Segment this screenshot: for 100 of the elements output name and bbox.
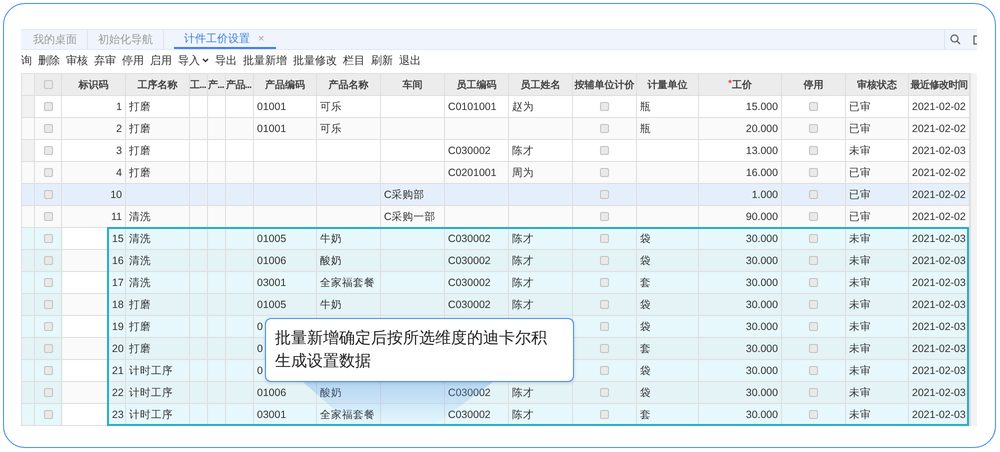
column-header[interactable]: 标识码 — [62, 74, 126, 96]
table-cell: 未审 — [846, 250, 908, 272]
column-header[interactable]: 按辅单位计价 — [572, 74, 636, 96]
toolbar-button[interactable]: 导入 — [178, 52, 209, 68]
checkbox[interactable] — [600, 322, 609, 332]
table-cell: 清洗 — [126, 250, 190, 272]
frame-icon[interactable] — [973, 34, 977, 44]
column-header[interactable]: 产品名称 — [316, 74, 380, 96]
checkbox[interactable] — [600, 410, 609, 420]
checkbox[interactable] — [44, 146, 52, 156]
checkbox[interactable] — [44, 190, 52, 200]
column-header[interactable]: 审核状态 — [846, 74, 908, 96]
checkbox[interactable] — [600, 124, 609, 134]
scrollbar[interactable] — [970, 73, 977, 426]
toolbar-button[interactable]: 询 — [21, 52, 32, 68]
toolbar-button[interactable]: 审核 — [66, 52, 88, 68]
checkbox[interactable] — [44, 80, 52, 89]
column-header[interactable]: *工价 — [698, 74, 782, 96]
checkbox[interactable] — [600, 300, 609, 310]
checkbox[interactable] — [809, 322, 818, 332]
table-cell: 90.000 — [698, 206, 782, 228]
table-cell: 套 — [636, 272, 698, 294]
table-cell: 计时工序 — [126, 382, 190, 404]
checkbox[interactable] — [600, 212, 609, 222]
table-cell: 已审 — [846, 206, 908, 228]
toolbar-button[interactable]: 启用 — [150, 52, 172, 68]
checkbox[interactable] — [809, 410, 818, 420]
column-header[interactable]: 停用 — [782, 74, 846, 96]
checkbox[interactable] — [809, 234, 818, 244]
toolbar-button[interactable]: 退出 — [399, 52, 421, 68]
checkbox[interactable] — [600, 344, 609, 354]
checkbox[interactable] — [44, 256, 52, 266]
table-cell: 打磨 — [126, 338, 190, 360]
toolbar-button[interactable]: 导出 — [215, 52, 237, 68]
checkbox[interactable] — [44, 300, 52, 310]
checkbox[interactable] — [809, 344, 818, 354]
table-cell: 陈才 — [508, 382, 572, 404]
table-cell: 袋 — [636, 316, 698, 338]
checkbox[interactable] — [44, 366, 52, 376]
checkbox[interactable] — [809, 278, 818, 288]
toolbar-button[interactable]: 批量新增 — [243, 52, 287, 68]
checkbox[interactable] — [809, 102, 818, 112]
table-cell: C030002 — [444, 250, 508, 272]
toolbar-button[interactable]: 刷新 — [371, 52, 393, 68]
table-cell: 2021-02-03 — [908, 250, 970, 272]
caret-icon[interactable] — [202, 58, 209, 62]
checkbox[interactable] — [600, 102, 609, 112]
table-cell: 陈才 — [508, 294, 572, 316]
checkbox[interactable] — [600, 278, 609, 288]
checkbox[interactable] — [809, 256, 818, 266]
column-header[interactable]: 产品编码 — [254, 74, 316, 96]
checkbox[interactable] — [44, 102, 52, 112]
checkbox[interactable] — [600, 388, 609, 398]
table-cell: 可乐 — [316, 118, 380, 140]
checkbox[interactable] — [809, 212, 818, 222]
column-header[interactable]: 员工编码 — [444, 74, 508, 96]
checkbox[interactable] — [809, 168, 818, 178]
toolbar-button[interactable]: 弃审 — [94, 52, 116, 68]
checkbox[interactable] — [809, 366, 818, 376]
checkbox[interactable] — [809, 388, 818, 398]
checkbox[interactable] — [44, 234, 52, 244]
checkbox[interactable] — [600, 146, 609, 156]
table-cell: 袋 — [636, 382, 698, 404]
table-cell: 30.000 — [698, 316, 782, 338]
table-cell: 打磨 — [126, 118, 190, 140]
toolbar-button[interactable]: 栏目 — [343, 52, 365, 68]
checkbox[interactable] — [809, 190, 818, 200]
checkbox[interactable] — [44, 168, 52, 178]
checkbox[interactable] — [809, 146, 818, 156]
table-cell: 套 — [636, 338, 698, 360]
table-cell: 2 — [62, 118, 126, 140]
toolbar-button[interactable]: 批量修改 — [293, 52, 337, 68]
checkbox[interactable] — [44, 322, 52, 332]
column-header[interactable]: 车间 — [380, 74, 444, 96]
column-header[interactable]: 工序名称 — [126, 74, 190, 96]
checkbox[interactable] — [44, 410, 52, 420]
table-cell: 打磨 — [126, 294, 190, 316]
checkbox[interactable] — [809, 124, 818, 134]
checkbox[interactable] — [44, 212, 52, 222]
checkbox[interactable] — [600, 234, 609, 244]
checkbox[interactable] — [44, 124, 52, 134]
checkbox[interactable] — [600, 190, 609, 200]
checkbox[interactable] — [44, 344, 52, 354]
checkbox[interactable] — [44, 278, 52, 288]
search-icon[interactable] — [950, 34, 960, 45]
table-cell: 2021-02-03 — [908, 360, 970, 382]
column-header[interactable]: 最近修改时间 — [908, 74, 970, 96]
toolbar-button[interactable]: 删除 — [38, 52, 60, 68]
checkbox[interactable] — [600, 168, 609, 178]
table-cell: 15 — [62, 228, 126, 250]
column-header[interactable]: 员工姓名 — [508, 74, 572, 96]
toolbar-button[interactable]: 停用 — [122, 52, 144, 68]
tab[interactable]: 计件工价设置 × — [174, 30, 276, 49]
table-cell: 03001 — [254, 272, 316, 294]
checkbox[interactable] — [600, 366, 609, 376]
checkbox[interactable] — [44, 388, 52, 398]
checkbox[interactable] — [600, 256, 609, 266]
table-cell: C0201001 — [444, 162, 508, 184]
checkbox[interactable] — [809, 300, 818, 310]
column-header[interactable]: 计量单位 — [636, 74, 698, 96]
